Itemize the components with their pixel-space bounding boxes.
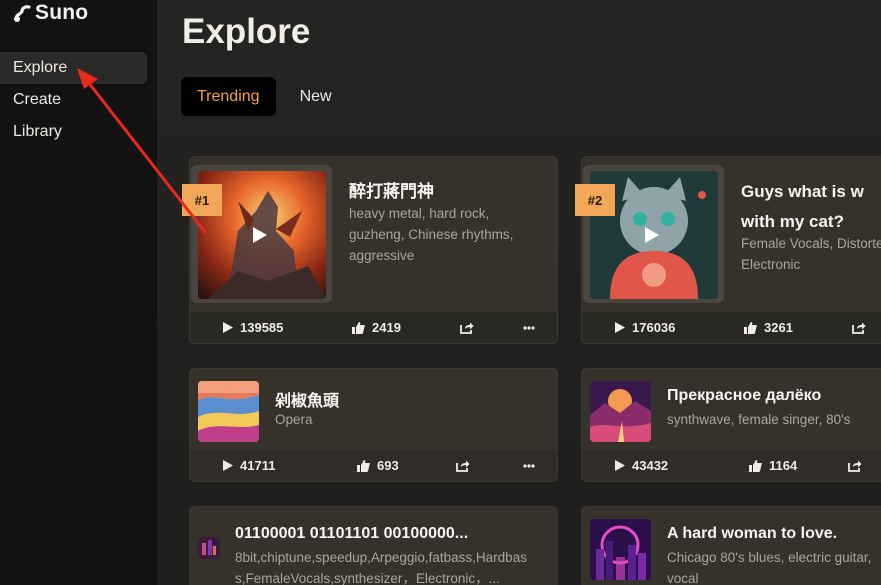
song-cover-image[interactable] — [198, 537, 220, 559]
song-title[interactable]: 醉打蔣門神 — [349, 177, 434, 202]
play-icon — [615, 460, 625, 471]
song-card[interactable]: 醉打蔣門神 heavy metal, hard rock, guzheng, C… — [189, 156, 558, 344]
rank-badge: #1 — [182, 184, 222, 216]
song-tags-line: 8bit,chiptune,speedup,Arpeggio,fatbass,H… — [235, 550, 527, 565]
song-title[interactable]: Прекрасное далёко — [667, 387, 821, 405]
page-title: Explore — [182, 12, 311, 51]
song-title-line: Guys what is w — [741, 182, 864, 201]
song-tags-line: guzheng, Chinese rhythms, — [349, 227, 514, 242]
play-count: 43432 — [632, 458, 669, 473]
song-stats-bar: 139585 2419 — [190, 312, 557, 343]
song-tags: Opera — [275, 412, 313, 427]
like-count: 2419 — [372, 320, 401, 335]
song-card[interactable]: A hard woman to love. Chicago 80's blues… — [581, 506, 881, 585]
suno-logo[interactable]: Suno — [12, 1, 88, 25]
song-tags: Chicago 80's blues, electric guitar, voc… — [667, 547, 871, 585]
song-title[interactable]: 01100001 01101101 00100000... — [235, 525, 468, 543]
play-button[interactable]: 43432 — [615, 458, 668, 473]
like-button[interactable]: 2419 — [352, 320, 401, 335]
thumbs-up-icon — [749, 459, 762, 472]
like-count: 1164 — [769, 458, 798, 473]
play-overlay-icon[interactable] — [644, 226, 660, 244]
sidebar-nav: Explore Create Library — [0, 52, 147, 148]
sidebar-item-create[interactable]: Create — [0, 84, 147, 116]
song-tags: 8bit,chiptune,speedup,Arpeggio,fatbass,H… — [235, 547, 527, 585]
song-cover-image[interactable] — [590, 519, 651, 580]
song-title[interactable]: 剁椒魚頭 — [275, 387, 339, 411]
like-count: 693 — [377, 458, 399, 473]
play-icon — [615, 322, 625, 333]
song-tags: synthwave, female singer, 80's — [667, 412, 851, 427]
song-card[interactable]: 剁椒魚頭 Opera 41711 693 — [189, 368, 558, 482]
song-tags-line: s,FemaleVocals,synthesizer，Electronic，..… — [235, 571, 500, 585]
play-button[interactable]: 41711 — [223, 458, 275, 473]
song-stats-bar: 43432 1164 — [582, 450, 881, 481]
song-tags-line: Electronic — [741, 257, 801, 272]
song-card[interactable]: Прекрасное далёко synthwave, female sing… — [581, 368, 881, 482]
song-stats-bar: 41711 693 — [190, 450, 557, 481]
thumbs-up-icon — [744, 321, 757, 334]
song-title[interactable]: Guys what is w with my cat? — [741, 177, 864, 237]
song-cover-image[interactable] — [198, 381, 259, 442]
song-tags-line: heavy metal, hard rock, — [349, 206, 490, 221]
song-cover-image[interactable] — [590, 381, 651, 442]
tab-new[interactable]: New — [276, 77, 356, 116]
song-tags-line: vocal — [667, 571, 699, 585]
play-count: 176036 — [632, 320, 676, 335]
play-count: 139585 — [240, 320, 284, 335]
more-options-icon[interactable] — [523, 463, 535, 468]
play-icon — [223, 460, 233, 471]
play-count: 41711 — [240, 458, 276, 473]
sidebar: Suno Explore Create Library — [0, 0, 157, 585]
song-stats-bar: 176036 3261 — [582, 312, 881, 343]
share-icon[interactable] — [852, 321, 866, 334]
play-button[interactable]: 176036 — [615, 320, 675, 335]
share-icon[interactable] — [456, 459, 470, 472]
song-card[interactable]: 01100001 01101101 00100000... 8bit,chipt… — [189, 506, 558, 585]
sidebar-item-library[interactable]: Library — [0, 116, 147, 148]
thumbs-up-icon — [352, 321, 365, 334]
more-options-icon[interactable] — [523, 325, 535, 330]
play-overlay-icon[interactable] — [252, 226, 268, 244]
like-button[interactable]: 1164 — [749, 458, 797, 473]
tab-bar: Trending New — [181, 77, 356, 116]
song-tags: heavy metal, hard rock, guzheng, Chinese… — [349, 203, 513, 266]
brand-name: Suno — [35, 1, 89, 24]
song-tags: Female Vocals, Distorte Electronic — [741, 233, 881, 275]
song-tags-line: Female Vocals, Distorte — [741, 236, 881, 251]
like-button[interactable]: 693 — [357, 458, 399, 473]
like-count: 3261 — [764, 320, 793, 335]
song-tags-line: aggressive — [349, 248, 415, 263]
song-title[interactable]: A hard woman to love. — [667, 525, 837, 543]
suno-logo-icon — [14, 5, 31, 22]
song-card[interactable]: Guys what is w with my cat? Female Vocal… — [581, 156, 881, 344]
rank-badge: #2 — [575, 184, 615, 216]
play-icon — [223, 322, 233, 333]
tab-trending[interactable]: Trending — [181, 77, 276, 116]
thumbs-up-icon — [357, 459, 370, 472]
play-button[interactable]: 139585 — [223, 320, 283, 335]
main-content: Explore Trending New 醉打蔣門神 heavy metal, … — [157, 0, 881, 585]
share-icon[interactable] — [848, 459, 862, 472]
song-tags-line: Chicago 80's blues, electric guitar, — [667, 550, 872, 565]
like-button[interactable]: 3261 — [744, 320, 793, 335]
share-icon[interactable] — [460, 321, 474, 334]
sidebar-item-explore[interactable]: Explore — [0, 52, 147, 84]
